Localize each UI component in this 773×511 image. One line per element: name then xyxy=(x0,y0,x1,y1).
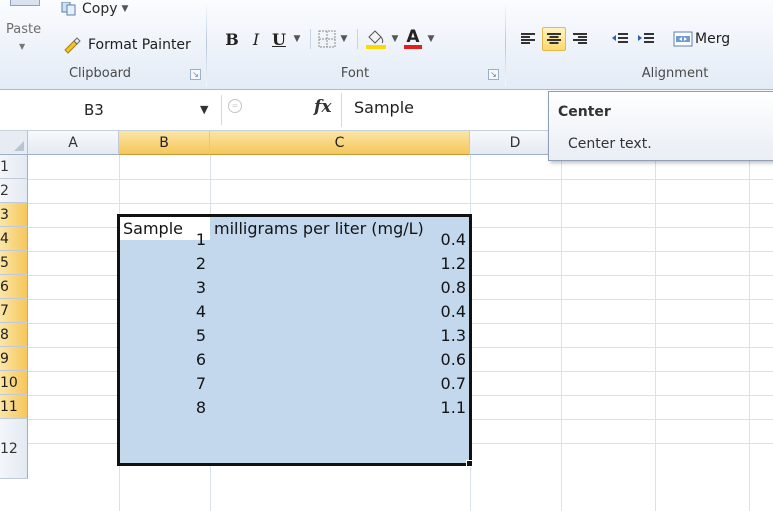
chevron-down-icon: ▼ xyxy=(19,42,26,51)
divider xyxy=(310,29,311,49)
select-all-icon xyxy=(14,141,24,151)
align-left-button[interactable] xyxy=(516,27,540,51)
alignment-toolbar: Merg xyxy=(516,26,733,52)
row-header-1[interactable]: 1 xyxy=(0,155,28,179)
font-color-glyph: A xyxy=(406,27,420,47)
divider xyxy=(357,29,358,49)
font-color-swatch xyxy=(404,45,422,49)
italic-button[interactable]: I xyxy=(244,28,268,50)
paste-label: Paste xyxy=(6,22,42,37)
format-painter-button[interactable]: Format Painter xyxy=(62,34,191,56)
group-divider xyxy=(505,4,506,86)
increase-indent-button[interactable] xyxy=(634,27,658,51)
column-header-c[interactable]: C xyxy=(210,131,470,155)
column-header-a[interactable]: A xyxy=(28,131,119,155)
tooltip-description: Center text. xyxy=(568,136,652,152)
underline-button[interactable]: U xyxy=(268,28,290,50)
format-painter-label: Format Painter xyxy=(88,37,191,53)
alignment-group-label: Alignment xyxy=(641,66,709,81)
row-header-12[interactable]: 12 xyxy=(0,419,28,479)
copy-label: Copy xyxy=(82,1,118,17)
name-box[interactable]: B3 ▼ xyxy=(0,95,222,125)
tooltip-title: Center xyxy=(558,104,611,120)
align-right-button[interactable] xyxy=(568,27,592,51)
borders-icon[interactable] xyxy=(317,29,337,49)
clipboard-icon xyxy=(10,0,40,6)
align-right-icon xyxy=(573,33,587,44)
font-color-button[interactable]: A xyxy=(402,28,424,50)
formula-value: Sample xyxy=(354,98,414,117)
ribbon: Paste ▼ Copy ▼ Format Painter Clipboard … xyxy=(0,0,773,90)
selection-border xyxy=(117,214,472,466)
row-header-9[interactable]: 9 xyxy=(0,347,28,371)
row-header-5[interactable]: 5 xyxy=(0,251,28,275)
chevron-down-icon: ▼ xyxy=(121,4,129,14)
decrease-indent-button[interactable] xyxy=(608,27,632,51)
align-left-icon xyxy=(521,33,535,44)
group-divider xyxy=(206,4,207,86)
font-group-label: Font xyxy=(340,66,370,81)
tooltip: Center Center text. xyxy=(548,91,773,161)
font-toolbar: B I U ▼ ▼ ▼ A ▼ xyxy=(220,26,438,52)
row-header-8[interactable]: 8 xyxy=(0,323,28,347)
paste-button[interactable]: Paste ▼ xyxy=(0,0,52,64)
gridline xyxy=(28,203,773,204)
name-box-value: B3 xyxy=(84,101,104,119)
align-center-button[interactable] xyxy=(542,27,566,51)
format-painter-icon xyxy=(64,37,81,54)
row-header-2[interactable]: 2 xyxy=(0,179,28,203)
row-header-11[interactable]: 11 xyxy=(0,395,28,419)
insert-function-icon[interactable]: fx xyxy=(314,97,331,117)
row-header-10[interactable]: 10 xyxy=(0,371,28,395)
align-center-icon xyxy=(547,33,561,44)
gridline xyxy=(28,179,773,180)
chevron-down-icon[interactable]: ▼ xyxy=(200,103,208,116)
merge-center-button[interactable]: Merg xyxy=(670,27,733,51)
gridline xyxy=(655,155,656,511)
chevron-down-icon[interactable]: ▼ xyxy=(337,34,351,44)
chevron-down-icon[interactable]: ▼ xyxy=(424,34,438,44)
row-header-4[interactable]: 4 xyxy=(0,227,28,251)
row-header-6[interactable]: 6 xyxy=(0,275,28,299)
clipboard-launcher-icon[interactable]: ↘ xyxy=(190,69,201,80)
gridline xyxy=(749,155,750,511)
gridline xyxy=(561,155,562,511)
formula-input[interactable]: Sample xyxy=(341,93,549,127)
chevron-down-icon[interactable]: ▼ xyxy=(388,34,402,44)
copy-button[interactable]: Copy ▼ xyxy=(60,0,128,18)
merge-label: Merg xyxy=(695,31,731,47)
fill-color-icon[interactable] xyxy=(364,28,388,50)
spreadsheet-grid: A B C D 1 2 3 4 5 6 7 8 9 10 11 12 Sample milligram… xyxy=(0,131,773,511)
clipboard-group-label: Clipboard xyxy=(68,66,132,81)
row-header-7[interactable]: 7 xyxy=(0,299,28,323)
merge-cells-icon xyxy=(673,31,693,47)
decrease-indent-icon xyxy=(612,33,628,43)
increase-indent-icon xyxy=(638,33,654,43)
copy-icon xyxy=(61,2,76,16)
chevron-down-icon[interactable]: ▼ xyxy=(290,34,304,44)
formula-bar-handle-icon[interactable]: = xyxy=(228,99,242,113)
column-header-b[interactable]: B xyxy=(119,131,210,155)
font-launcher-icon[interactable]: ↘ xyxy=(488,69,499,80)
select-all-button[interactable] xyxy=(0,131,28,155)
bold-button[interactable]: B xyxy=(220,28,244,50)
fill-handle[interactable] xyxy=(466,460,473,467)
row-header-3[interactable]: 3 xyxy=(0,203,28,227)
